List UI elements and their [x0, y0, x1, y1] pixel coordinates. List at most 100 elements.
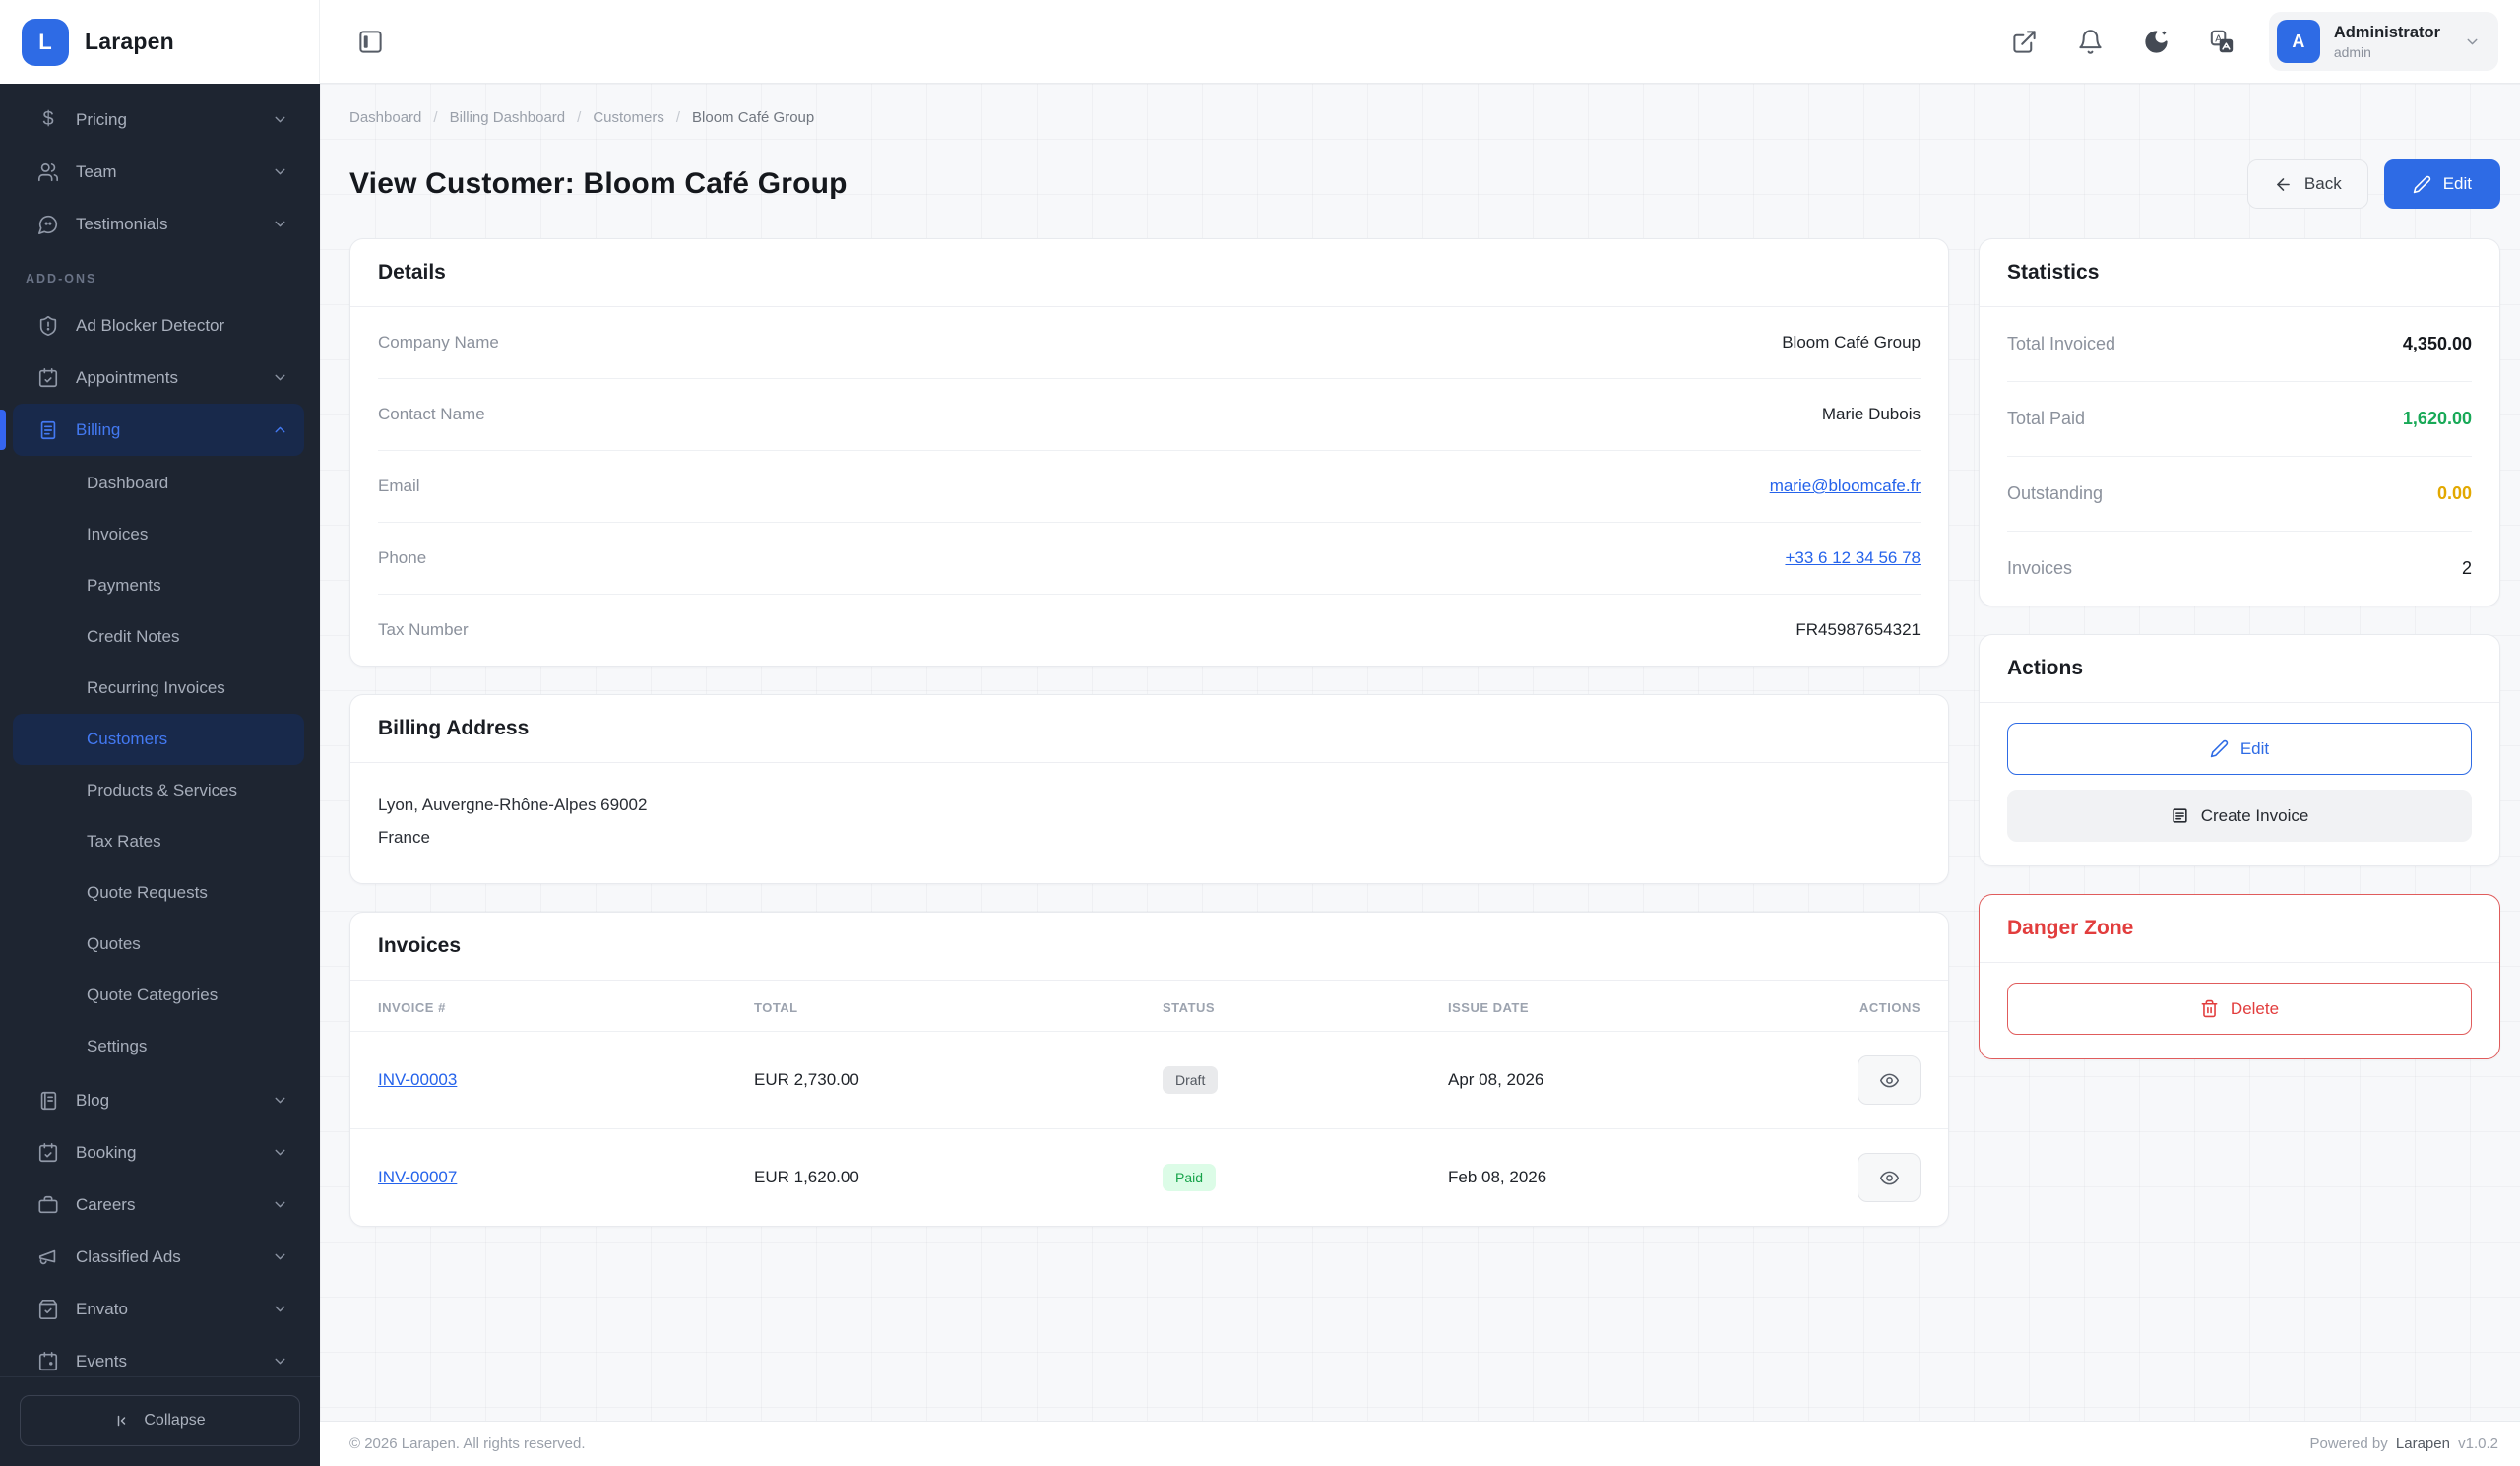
- sidebar-subitem-dashboard[interactable]: Dashboard: [13, 458, 304, 509]
- sidebar-subitem-settings[interactable]: Settings: [13, 1021, 304, 1072]
- delete-customer-button[interactable]: Delete: [2007, 983, 2472, 1035]
- sidebar-item-team[interactable]: Team: [13, 146, 304, 198]
- billing-address-body: Lyon, Auvergne-Rhône-Alpes 69002 France: [350, 763, 1948, 883]
- sidebar-subitem-recurring-invoices[interactable]: Recurring Invoices: [13, 663, 304, 714]
- breadcrumb-dashboard[interactable]: Dashboard: [349, 109, 421, 126]
- sidebar-item-testimonials[interactable]: Testimonials: [13, 198, 304, 250]
- sidebar-item-billing[interactable]: Billing: [0, 404, 304, 456]
- invoice-number-link[interactable]: INV-00007: [378, 1168, 457, 1186]
- powered-by: Powered by Larapen v1.0.2: [2310, 1435, 2499, 1452]
- actions-card: Actions Edit Create Invoice: [1979, 634, 2500, 866]
- sidebar-item-classified-ads[interactable]: Classified Ads: [13, 1231, 304, 1283]
- invoice-icon: [2173, 808, 2187, 823]
- detail-label: Tax Number: [378, 620, 469, 639]
- calendar-check-icon: [38, 1142, 58, 1162]
- brand-logo[interactable]: L: [22, 18, 69, 66]
- sidebar-subitem-quote-categories[interactable]: Quote Categories: [13, 970, 304, 1021]
- sidebar-item-label: Appointments: [76, 367, 178, 387]
- contact-name-value: Marie Dubois: [1821, 405, 1921, 423]
- translate-icon: A: [2210, 30, 2233, 52]
- sidebar-subitem-quotes[interactable]: Quotes: [13, 919, 304, 970]
- back-button[interactable]: Back: [2246, 159, 2368, 209]
- language-button[interactable]: A: [2203, 23, 2241, 61]
- company-name-value: Bloom Café Group: [1782, 333, 1921, 351]
- status-badge: Paid: [1163, 1164, 1217, 1192]
- collapse-sidebar-button[interactable]: Collapse: [20, 1395, 300, 1446]
- table-row: INV-00007 EUR 1,620.00 Paid Feb 08, 2026: [350, 1129, 1948, 1227]
- sidebar-item-careers[interactable]: Careers: [13, 1179, 304, 1231]
- view-invoice-button[interactable]: [1858, 1055, 1921, 1106]
- invoices-title: Invoices: [350, 913, 1948, 982]
- copyright-text: © 2026 Larapen. All rights reserved.: [349, 1435, 586, 1452]
- sidebar-subitem-customers[interactable]: Customers: [13, 714, 304, 765]
- sidebar-subitem-quote-requests[interactable]: Quote Requests: [13, 867, 304, 919]
- topbar: A A Administrator admin: [320, 0, 2520, 84]
- phone-link[interactable]: +33 6 12 34 56 78: [1785, 548, 1921, 568]
- edit-label: Edit: [2442, 174, 2472, 193]
- breadcrumb: Dashboard / Billing Dashboard / Customer…: [349, 109, 2500, 126]
- shield-alert-icon: [39, 315, 57, 336]
- user-menu[interactable]: A Administrator admin: [2268, 12, 2498, 71]
- sidebar-item-label: Events: [76, 1351, 127, 1370]
- stat-value: 0.00: [2436, 483, 2472, 503]
- sidebar-item-ad-blocker-detector[interactable]: Ad Blocker Detector: [13, 299, 304, 351]
- sidebar-item-events[interactable]: Events: [13, 1335, 304, 1376]
- chevron-down-icon: [275, 1201, 285, 1208]
- breadcrumb-billing-dashboard[interactable]: Billing Dashboard: [450, 109, 566, 126]
- address-line-2: France: [378, 828, 430, 848]
- calendar-icon: [38, 1351, 58, 1370]
- quote-bubble-icon: [38, 215, 58, 234]
- brand: L Larapen: [0, 0, 320, 84]
- sidebar-item-appointments[interactable]: Appointments: [13, 351, 304, 404]
- details-title: Details: [350, 239, 1948, 307]
- invoice-number-link[interactable]: INV-00003: [378, 1070, 457, 1089]
- powered-prefix: Powered by: [2309, 1435, 2388, 1452]
- edit-button[interactable]: Edit: [2383, 159, 2500, 209]
- sidebar-item-blog[interactable]: Blog: [13, 1074, 304, 1126]
- email-link[interactable]: marie@bloomcafe.fr: [1770, 477, 1921, 496]
- arrow-left-icon: [2277, 177, 2290, 191]
- invoice-total: EUR 2,730.00: [754, 1031, 1163, 1130]
- view-invoice-button[interactable]: [1858, 1153, 1921, 1203]
- chevron-down-icon: [275, 1149, 285, 1156]
- avatar: A: [2276, 20, 2320, 63]
- notifications-button[interactable]: [2071, 23, 2110, 61]
- sidebar-subitem-payments[interactable]: Payments: [13, 560, 304, 611]
- address-line-1: Lyon, Auvergne-Rhône-Alpes 69002: [378, 796, 648, 814]
- detail-row-email: Email marie@bloomcafe.fr: [378, 451, 1921, 523]
- dark-mode-button[interactable]: [2137, 23, 2175, 61]
- danger-zone-title: Danger Zone: [1980, 895, 2499, 963]
- create-invoice-button[interactable]: Create Invoice: [2007, 790, 2472, 842]
- edit-customer-button[interactable]: Edit: [2007, 723, 2472, 775]
- detail-row-contact-name: Contact Name Marie Dubois: [378, 379, 1921, 451]
- sidebar-item-label: Classified Ads: [76, 1246, 181, 1266]
- stat-value: 1,620.00: [2402, 409, 2472, 428]
- sidebar-subitem-tax-rates[interactable]: Tax Rates: [13, 816, 304, 867]
- billing-address-card: Billing Address Lyon, Auvergne-Rhône-Alp…: [349, 694, 1949, 885]
- stat-total-paid: Total Paid 1,620.00: [2007, 382, 2472, 457]
- sidebar-subitem-products-services[interactable]: Products & Services: [13, 765, 304, 816]
- sidebar-toggle-button[interactable]: [351, 23, 390, 61]
- breadcrumb-customers[interactable]: Customers: [593, 109, 664, 126]
- sidebar-item-pricing[interactable]: $ Pricing: [13, 94, 304, 146]
- sidebar: L Larapen $ Pricing Team Testimonials AD…: [0, 0, 320, 1466]
- trash-icon: [2201, 999, 2218, 1018]
- briefcase-icon: [38, 1195, 58, 1213]
- sidebar-item-envato[interactable]: Envato: [13, 1283, 304, 1335]
- stat-outstanding: Outstanding 0.00: [2007, 457, 2472, 532]
- breadcrumb-separator: /: [577, 109, 582, 126]
- sidebar-item-label: Billing: [76, 419, 121, 439]
- chevron-down-icon: [275, 1306, 285, 1312]
- bell-icon: [2079, 29, 2102, 54]
- sidebar-subitem-invoices[interactable]: Invoices: [13, 509, 304, 560]
- col-issue-date: ISSUE DATE: [1448, 981, 1753, 1033]
- sidebar-item-booking[interactable]: Booking: [13, 1126, 304, 1179]
- sidebar-item-label: Booking: [76, 1142, 137, 1162]
- user-meta: Administrator admin: [2334, 24, 2440, 60]
- external-link-button[interactable]: [2005, 23, 2044, 61]
- collapse-icon: [118, 1415, 126, 1427]
- page-footer: © 2026 Larapen. All rights reserved. Pow…: [320, 1421, 2520, 1466]
- sidebar-subitem-credit-notes[interactable]: Credit Notes: [13, 611, 304, 663]
- page-content: Dashboard / Billing Dashboard / Customer…: [320, 84, 2520, 1421]
- powered-brand-link[interactable]: Larapen: [2396, 1435, 2450, 1452]
